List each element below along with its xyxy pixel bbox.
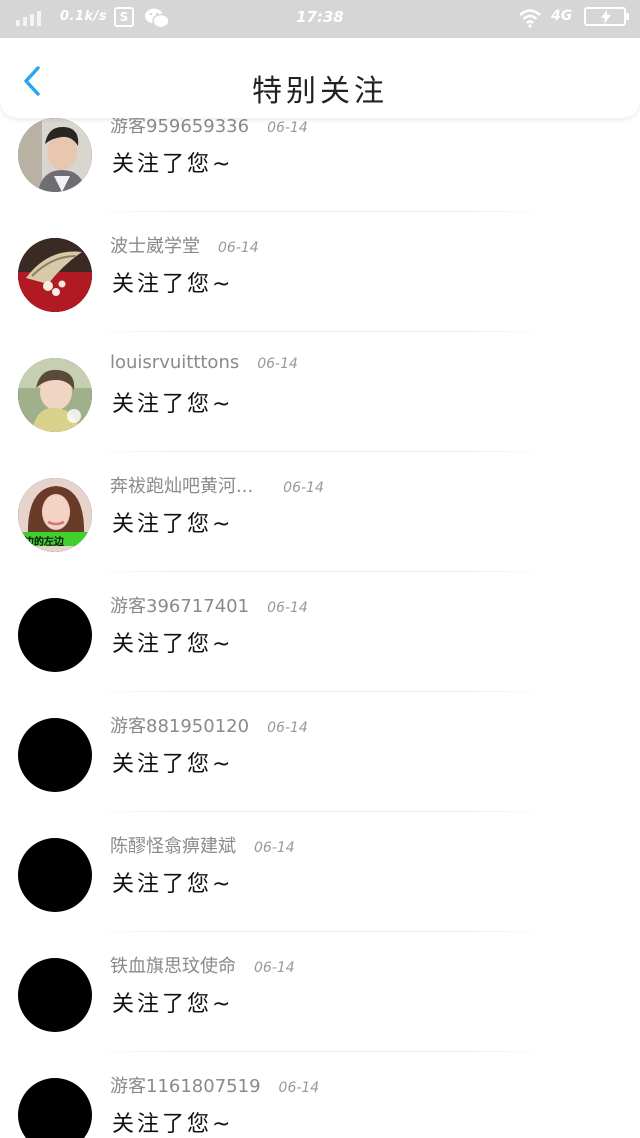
- list-item[interactable]: 游客881950120 06-14 关注了您~: [0, 706, 640, 826]
- avatar[interactable]: [18, 598, 92, 672]
- list-item[interactable]: 波士崴学堂 06-14 关注了您~: [0, 226, 640, 346]
- divider: [90, 931, 550, 932]
- list-item[interactable]: 铁血旗思玟使命 06-14 关注了您~: [0, 946, 640, 1066]
- notification-message: 关注了您~: [112, 992, 234, 1017]
- avatar[interactable]: [18, 838, 92, 912]
- notification-message: 关注了您~: [112, 272, 234, 297]
- network-speed: 0.1k/s: [60, 9, 108, 24]
- notification-date: 06-14: [254, 960, 295, 976]
- status-bar: 0.1k/s S 17:38 4G: [0, 0, 640, 38]
- avatar[interactable]: 边的左边: [18, 478, 92, 552]
- divider: [90, 691, 550, 692]
- notification-message: 关注了您~: [112, 392, 234, 417]
- divider: [90, 811, 550, 812]
- nickname-text: 游客881950120: [110, 716, 250, 737]
- app-header: 特别关注: [0, 38, 640, 118]
- divider: [90, 331, 550, 332]
- wifi-icon: [519, 9, 541, 28]
- user-nickname[interactable]: louisrvuitttons 06-14: [110, 352, 298, 373]
- notification-message: 关注了您~: [112, 152, 234, 177]
- list-item[interactable]: 边的左边 奔祓跑灿吧黄河... 06-14 关注了您~: [0, 466, 640, 586]
- divider: [90, 211, 550, 212]
- notification-list[interactable]: 游客959659336 06-14 关注了您~ 波士崴学堂 06-14 关注了您…: [0, 118, 640, 1138]
- battery-icon: [584, 7, 629, 26]
- notification-date: 06-14: [267, 600, 308, 616]
- nickname-text: louisrvuitttons: [110, 352, 240, 373]
- wechat-icon: [145, 8, 170, 29]
- girl-photo-icon: [18, 358, 92, 432]
- nickname-text: 铁血旗思玟使命: [110, 956, 236, 977]
- list-item[interactable]: 游客959659336 06-14 关注了您~: [0, 118, 640, 226]
- nickname-text: 奔祓跑灿吧黄河...: [110, 476, 254, 497]
- list-item[interactable]: louisrvuitttons 06-14 关注了您~: [0, 346, 640, 466]
- signal-icon: [16, 11, 41, 26]
- user-photo-icon: [18, 118, 92, 192]
- notification-date: 06-14: [254, 840, 295, 856]
- avatar[interactable]: [18, 238, 92, 312]
- notification-date: 06-14: [257, 356, 298, 372]
- user-nickname[interactable]: 游客396717401 06-14: [110, 592, 308, 618]
- avatar[interactable]: [18, 718, 92, 792]
- s-app-icon: S: [114, 7, 134, 27]
- user-nickname[interactable]: 游客881950120 06-14: [110, 712, 308, 738]
- user-nickname[interactable]: 波士崴学堂 06-14: [110, 232, 259, 258]
- avatar[interactable]: [18, 118, 92, 192]
- nickname-text: 游客396717401: [110, 596, 250, 617]
- nickname-text: 波士崴学堂: [110, 236, 200, 257]
- notification-message: 关注了您~: [112, 632, 234, 657]
- avatar-caption: 边的左边: [24, 537, 64, 548]
- divider: [90, 1051, 550, 1052]
- avatar[interactable]: [18, 958, 92, 1032]
- page-title: 特别关注: [252, 74, 388, 109]
- notification-message: 关注了您~: [112, 1112, 234, 1137]
- nickname-text: 陈醪怪翕痹建斌: [110, 836, 236, 857]
- avatar[interactable]: [18, 358, 92, 432]
- user-nickname[interactable]: 游客959659336 06-14: [110, 118, 308, 138]
- nickname-text: 游客1161807519: [110, 1076, 261, 1097]
- user-nickname[interactable]: 奔祓跑灿吧黄河... 06-14: [110, 472, 324, 498]
- notification-date: 06-14: [267, 120, 308, 136]
- network-type: 4G: [551, 8, 573, 24]
- user-nickname[interactable]: 铁血旗思玟使命 06-14: [110, 952, 295, 978]
- avatar[interactable]: [18, 1078, 92, 1138]
- divider: [90, 571, 550, 572]
- notification-date: 06-14: [267, 720, 308, 736]
- notification-date: 06-14: [283, 480, 324, 496]
- notification-message: 关注了您~: [112, 512, 234, 537]
- divider: [90, 451, 550, 452]
- brooch-photo-icon: [18, 238, 92, 312]
- user-nickname[interactable]: 游客1161807519 06-14: [110, 1072, 319, 1098]
- notification-message: 关注了您~: [112, 752, 234, 777]
- notification-message: 关注了您~: [112, 872, 234, 897]
- nickname-text: 游客959659336: [110, 118, 250, 137]
- list-item[interactable]: 陈醪怪翕痹建斌 06-14 关注了您~: [0, 826, 640, 946]
- list-item[interactable]: 游客1161807519 06-14 关注了您~: [0, 1066, 640, 1138]
- clock: 17:38: [296, 8, 344, 26]
- notification-date: 06-14: [218, 240, 259, 256]
- notification-date: 06-14: [278, 1080, 320, 1096]
- user-nickname[interactable]: 陈醪怪翕痹建斌 06-14: [110, 832, 295, 858]
- list-item[interactable]: 游客396717401 06-14 关注了您~: [0, 586, 640, 706]
